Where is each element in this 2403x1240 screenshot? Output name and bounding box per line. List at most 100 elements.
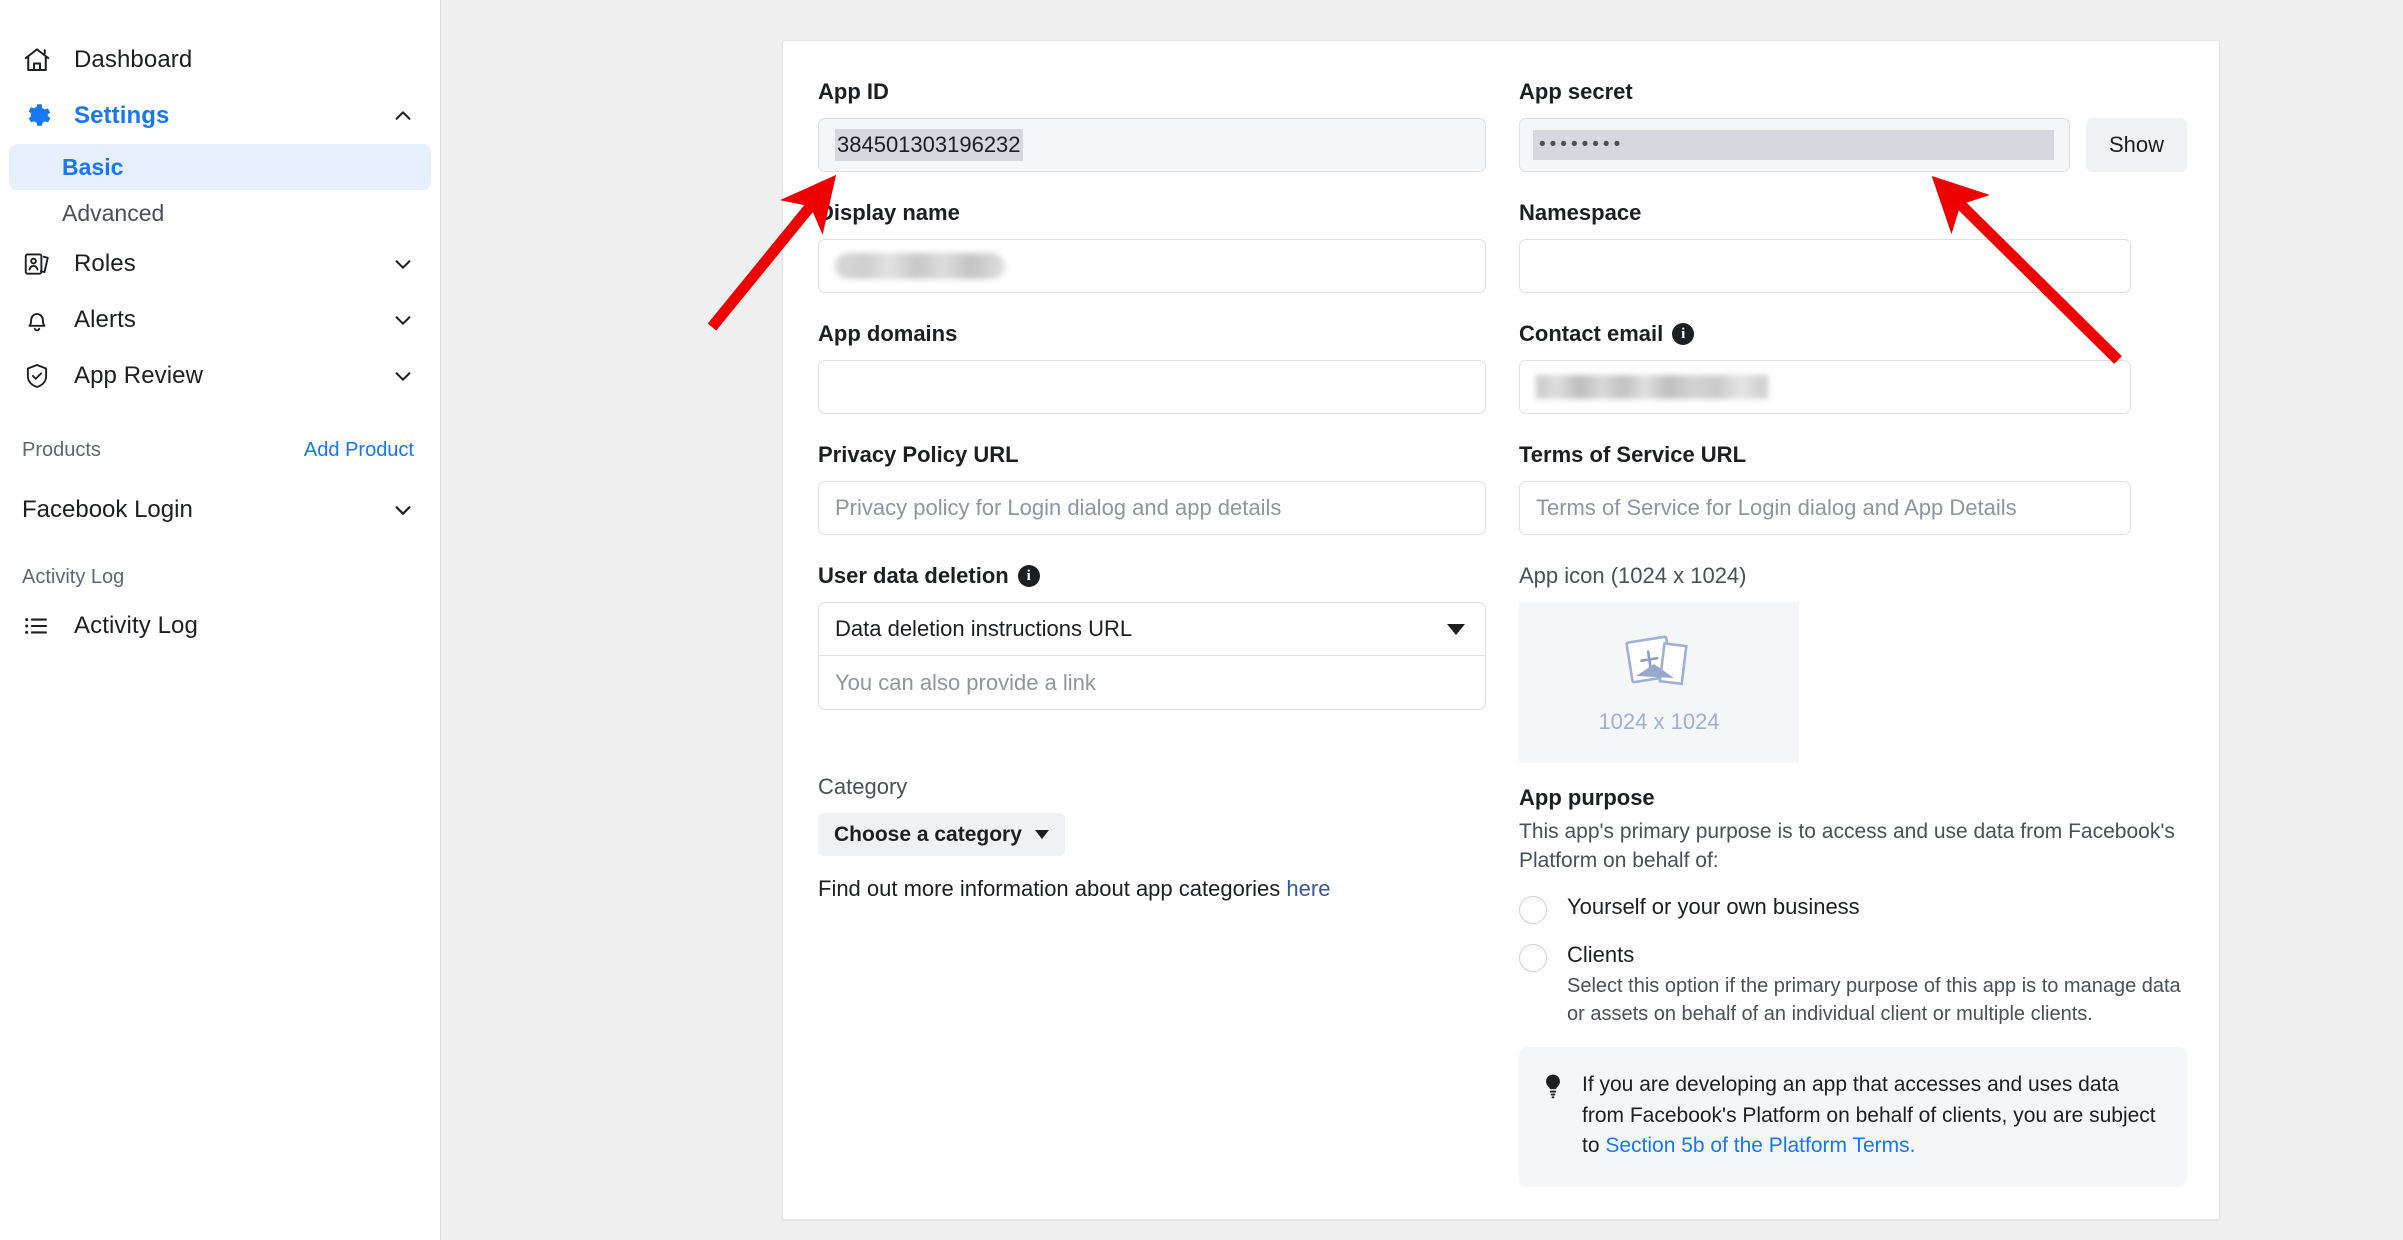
choose-category-label: Choose a category — [834, 822, 1022, 846]
app-domains-label: App domains — [818, 321, 958, 346]
form-column-right: App secret •••••••• Show Namespace Conta… — [1519, 79, 2187, 1188]
chevron-down-icon[interactable] — [392, 253, 414, 275]
contact-email-value-blurred — [1536, 375, 1768, 399]
radio-icon[interactable] — [1519, 943, 1547, 972]
sidebar-item-activity-log[interactable]: Activity Log — [0, 598, 440, 654]
sidebar-item-basic[interactable]: Basic — [9, 144, 431, 190]
user-data-deletion-field-group: User data deletion i Data deletion instr… — [818, 563, 1486, 710]
category-note-text: Find out more information about app cate… — [818, 876, 1287, 901]
app-purpose-option-self[interactable]: Yourself or your own business — [1519, 894, 2187, 924]
terms-of-service-placeholder: Terms of Service for Login dialog and Ap… — [1536, 495, 2017, 520]
terms-of-service-label: Terms of Service URL — [1519, 442, 1747, 467]
show-button-label: Show — [2108, 132, 2164, 157]
app-id-field-group: App ID 384501303196232 — [818, 79, 1486, 172]
sidebar-item-label: Activity Log — [74, 612, 198, 639]
user-data-deletion-link-input[interactable]: You can also provide a link — [818, 656, 1486, 710]
chevron-down-icon — [1034, 830, 1049, 839]
products-section-header: Products Add Product — [0, 426, 440, 474]
app-purpose-description: This app's primary purpose is to access … — [1519, 820, 2175, 872]
category-label: Category — [818, 774, 908, 799]
sidebar-item-alerts[interactable]: Alerts — [0, 292, 440, 348]
app-purpose-option-description: Select this option if the primary purpos… — [1567, 974, 2181, 1026]
chevron-down-icon[interactable] — [392, 499, 414, 521]
info-icon[interactable]: i — [1017, 565, 1040, 587]
sidebar-item-advanced[interactable]: Advanced — [9, 190, 431, 236]
sidebar-item-settings[interactable]: Settings — [0, 88, 440, 144]
user-data-deletion-selected: Data deletion instructions URL — [835, 616, 1133, 641]
platform-terms-link[interactable]: Section 5b of the Platform Terms. — [1605, 1134, 1915, 1157]
chevron-up-icon[interactable] — [392, 105, 414, 127]
app-secret-field-group: App secret •••••••• Show — [1519, 79, 2187, 172]
user-data-deletion-label-text: User data deletion — [818, 563, 1009, 588]
add-product-link[interactable]: Add Product — [304, 439, 414, 462]
chevron-down-icon[interactable] — [392, 365, 414, 387]
app-icon-size-caption: 1024 x 1024 — [1598, 709, 1720, 734]
activity-log-section-header: Activity Log — [0, 556, 440, 598]
app-icon-field-group: App icon (1024 x 1024) 1024 x 1024 — [1519, 563, 2187, 763]
list-icon — [22, 612, 62, 640]
sidebar-item-label: App Review — [74, 362, 204, 389]
app-id-input[interactable]: 384501303196232 — [818, 118, 1486, 172]
contact-email-label-text: Contact email — [1519, 321, 1664, 346]
display-name-label: Display name — [818, 200, 960, 225]
shield-check-icon — [22, 361, 62, 391]
contact-email-input[interactable] — [1519, 360, 2131, 414]
info-icon[interactable]: i — [1672, 323, 1695, 345]
gear-icon — [22, 101, 62, 131]
activity-log-section-label: Activity Log — [22, 565, 125, 588]
roles-icon — [22, 249, 62, 279]
sidebar-item-label: Dashboard — [74, 46, 193, 73]
bell-icon — [22, 305, 62, 335]
terms-of-service-input[interactable]: Terms of Service for Login dialog and Ap… — [1519, 481, 2131, 535]
sidebar-item-label: Settings — [74, 102, 170, 129]
sidebar-item-facebook-login[interactable]: Facebook Login — [0, 482, 440, 538]
privacy-policy-placeholder: Privacy policy for Login dialog and app … — [835, 495, 1282, 520]
app-domains-input[interactable] — [818, 360, 1486, 414]
contact-email-label: Contact email i — [1519, 321, 2131, 347]
sidebar-item-label: Facebook Login — [22, 496, 193, 523]
platform-terms-notice-text: If you are developing an app that access… — [1582, 1070, 2161, 1163]
sidebar-item-roles[interactable]: Roles — [0, 236, 440, 292]
app-secret-input[interactable]: •••••••• — [1519, 118, 2070, 172]
radio-icon[interactable] — [1519, 895, 1547, 924]
privacy-policy-input[interactable]: Privacy policy for Login dialog and app … — [818, 481, 1486, 535]
app-domains-field-group: App domains — [818, 321, 1486, 414]
choose-category-button[interactable]: Choose a category — [818, 813, 1065, 856]
privacy-policy-label: Privacy Policy URL — [818, 442, 1019, 467]
app-purpose-label: App purpose — [1519, 785, 1655, 810]
namespace-input[interactable] — [1519, 239, 2131, 293]
lightbulb-icon — [1541, 1073, 1565, 1163]
basic-settings-card: App ID 384501303196232 Display name App … — [782, 40, 2220, 1220]
display-name-input[interactable] — [818, 239, 1486, 293]
namespace-label: Namespace — [1519, 200, 1642, 225]
app-purpose-option-clients[interactable]: Clients Select this option if the primar… — [1519, 942, 2187, 1029]
app-secret-row: •••••••• Show — [1519, 118, 2187, 172]
user-data-deletion-label: User data deletion i — [818, 563, 1486, 589]
platform-terms-notice: If you are developing an app that access… — [1519, 1046, 2187, 1188]
home-icon — [22, 45, 62, 75]
namespace-field-group: Namespace — [1519, 200, 2131, 293]
app-purpose-option-label: Clients — [1567, 941, 1635, 967]
user-data-deletion-link-placeholder: You can also provide a link — [835, 669, 1096, 695]
sidebar: Dashboard Settings Basic Advanced Roles … — [0, 0, 441, 1240]
chevron-down-icon[interactable] — [392, 309, 414, 331]
terms-of-service-field-group: Terms of Service URL Terms of Service fo… — [1519, 442, 2131, 535]
sidebar-item-label: Alerts — [74, 306, 136, 333]
app-id-label: App ID — [818, 79, 889, 104]
show-app-secret-button[interactable]: Show — [2085, 118, 2187, 172]
display-name-value-blurred — [835, 253, 1005, 279]
category-field-group: Category Choose a category Find out more… — [818, 774, 1486, 902]
sidebar-subitem-label: Advanced — [62, 199, 165, 226]
app-purpose-option-label: Yourself or your own business — [1567, 893, 1860, 919]
user-data-deletion-select[interactable]: Data deletion instructions URL — [818, 602, 1486, 656]
products-label: Products — [22, 438, 101, 461]
display-name-field-group: Display name — [818, 200, 1486, 293]
app-icon-dropzone[interactable]: 1024 x 1024 — [1519, 602, 1799, 763]
sidebar-item-dashboard[interactable]: Dashboard — [0, 32, 440, 88]
app-id-value: 384501303196232 — [835, 129, 1023, 161]
app-secret-label: App secret — [1519, 79, 1633, 104]
app-icon-label: App icon (1024 x 1024) — [1519, 563, 1747, 588]
category-help-link[interactable]: here — [1286, 876, 1330, 901]
sidebar-item-app-review[interactable]: App Review — [0, 348, 440, 404]
category-note: Find out more information about app cate… — [818, 876, 1486, 902]
